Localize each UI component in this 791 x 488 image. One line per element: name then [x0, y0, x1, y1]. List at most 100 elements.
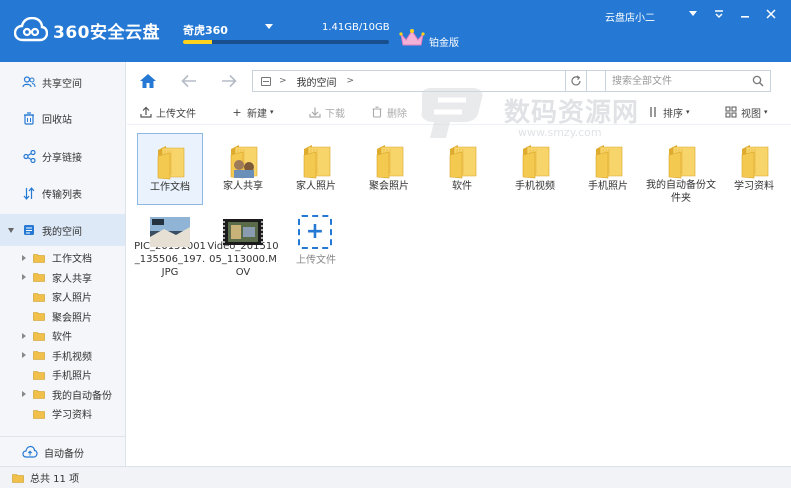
chevron-right-icon[interactable]: > — [347, 76, 355, 86]
file-item[interactable]: 我的自动备份文件夹 — [646, 133, 716, 205]
new-button[interactable]: + 新建 ▾ — [231, 104, 274, 120]
caret-down-icon[interactable] — [8, 227, 14, 233]
folder-icon — [33, 390, 45, 399]
home-button[interactable] — [138, 71, 158, 91]
upload-button[interactable]: 上传文件 — [140, 104, 196, 120]
file-item[interactable]: 家人照片 — [283, 133, 349, 205]
file-item[interactable]: Video_20151005_113000.MOV — [207, 207, 279, 279]
home-icon — [140, 74, 156, 88]
arrow-left-icon — [181, 74, 196, 88]
status-bar: 总共 11 项 — [0, 466, 791, 488]
search-icon[interactable] — [752, 75, 764, 87]
tree-item-label: 聚会照片 — [52, 312, 92, 324]
sidebar-item-transfer-list[interactable]: 传输列表 — [0, 177, 125, 209]
close-icon[interactable] — [763, 6, 779, 22]
folder-icon — [588, 139, 628, 179]
pin-icon[interactable] — [711, 6, 727, 22]
search-input[interactable] — [606, 71, 746, 91]
caret-right-icon[interactable] — [22, 352, 26, 358]
view-button[interactable]: 视图 ▾ — [725, 104, 768, 120]
download-button[interactable]: 下载 — [309, 104, 345, 120]
file-name: 手机照片 — [588, 181, 628, 192]
quota-progress-bar — [183, 40, 389, 44]
folder-icon — [33, 370, 45, 380]
tree-item[interactable]: 家人共享 — [0, 268, 125, 287]
file-item[interactable]: 手机视频 — [502, 133, 568, 205]
folder-icon — [33, 273, 45, 282]
trash-icon — [371, 106, 383, 118]
sidebar-item-label: 传输列表 — [42, 189, 82, 201]
sidebar-item-my-space[interactable]: 我的空间 — [0, 214, 125, 246]
tree-item-label: 家人共享 — [52, 273, 92, 285]
minimize-icon[interactable] — [737, 6, 753, 22]
file-name: 软件 — [452, 181, 472, 192]
image-thumbnail — [150, 213, 190, 247]
list-icon — [261, 76, 271, 86]
sidebar-item-shared-space[interactable]: 共享空间 — [0, 66, 125, 98]
sidebar-item-label: 我的空间 — [42, 226, 82, 238]
file-item[interactable]: 软件 — [429, 133, 495, 205]
tree-item-label: 我的自动备份 — [52, 390, 112, 402]
upload-icon — [140, 106, 152, 118]
sort-button[interactable]: 排序 ▾ — [647, 104, 690, 120]
folder-icon — [33, 331, 45, 341]
chevron-right-icon[interactable]: > — [279, 76, 287, 86]
file-item[interactable]: 聚会照片 — [356, 133, 422, 205]
plus-icon: + — [232, 105, 242, 119]
file-item[interactable]: PIC_20151001_135506_197.JPG — [134, 207, 206, 279]
download-label: 下载 — [325, 108, 345, 120]
sort-label: 排序 — [663, 108, 683, 120]
title-bar: 360安全云盘 奇虎360 1.41GB/10GB 铂金版 云盘店小二 — [0, 0, 791, 62]
folder-icon — [33, 312, 45, 321]
tree-item-label: 家人照片 — [52, 293, 92, 304]
menu-icon[interactable] — [685, 6, 701, 22]
tree-item[interactable]: 聚会照片 — [0, 307, 125, 326]
back-button[interactable] — [179, 71, 199, 91]
auto-backup-button[interactable]: 自动备份 — [0, 438, 125, 466]
tree-item[interactable]: 手机照片 — [0, 365, 125, 384]
sidebar-item-recycle-bin[interactable]: 回收站 — [0, 102, 125, 134]
folder-icon — [12, 473, 24, 483]
breadcrumb-item[interactable]: 我的空间 — [297, 74, 337, 89]
chevron-down-icon[interactable] — [265, 24, 273, 29]
cloud-upload-icon — [22, 445, 38, 458]
share-icon — [22, 149, 36, 163]
delete-label: 删除 — [387, 108, 407, 120]
plus-icon: + — [296, 213, 336, 251]
caret-down-icon: ▾ — [686, 108, 690, 116]
file-name: Video_20151005_113000.MOV — [207, 241, 279, 278]
file-name: 聚会照片 — [369, 181, 409, 192]
tree-item[interactable]: 学习资料 — [0, 404, 125, 423]
account-name[interactable]: 云盘店小二 — [605, 9, 655, 24]
tree-item-label: 工作文档 — [52, 254, 92, 265]
upload-file-tile[interactable]: + 上传文件 — [283, 207, 349, 279]
delete-button[interactable]: 删除 — [371, 104, 407, 120]
tree-item-label: 学习资料 — [52, 410, 92, 421]
caret-right-icon[interactable] — [22, 254, 26, 261]
app-logo: 360安全云盘 — [14, 17, 160, 43]
sidebar-item-share-links[interactable]: 分享链接 — [0, 140, 125, 172]
caret-right-icon[interactable] — [22, 274, 26, 280]
forward-button[interactable] — [219, 71, 239, 91]
tree-item[interactable]: 手机视频 — [0, 346, 125, 365]
refresh-button[interactable] — [565, 70, 587, 92]
recycle-bin-icon — [22, 111, 36, 125]
file-item[interactable]: 家人共享 — [210, 133, 276, 205]
file-item[interactable]: 学习资料 — [721, 133, 787, 205]
caret-right-icon[interactable] — [22, 391, 26, 397]
my-space-icon — [22, 223, 36, 237]
sidebar-divider — [0, 436, 125, 437]
address-bar: > 我的空间 > ∨ — [127, 62, 791, 99]
tree-item[interactable]: 工作文档 — [0, 248, 125, 267]
tree-item[interactable]: 我的自动备份 — [0, 385, 125, 404]
download-icon — [309, 106, 321, 118]
tree-item[interactable]: 家人照片 — [0, 287, 125, 306]
user-name[interactable]: 奇虎360 — [183, 22, 228, 38]
tree-item[interactable]: 软件 — [0, 326, 125, 345]
file-item[interactable]: 工作文档 — [137, 133, 203, 205]
vip-level-label[interactable]: 铂金版 — [429, 34, 459, 49]
caret-down-icon: ▾ — [270, 108, 274, 116]
file-item[interactable]: 手机照片 — [575, 133, 641, 205]
folder-icon — [296, 139, 336, 179]
caret-right-icon[interactable] — [22, 332, 26, 339]
